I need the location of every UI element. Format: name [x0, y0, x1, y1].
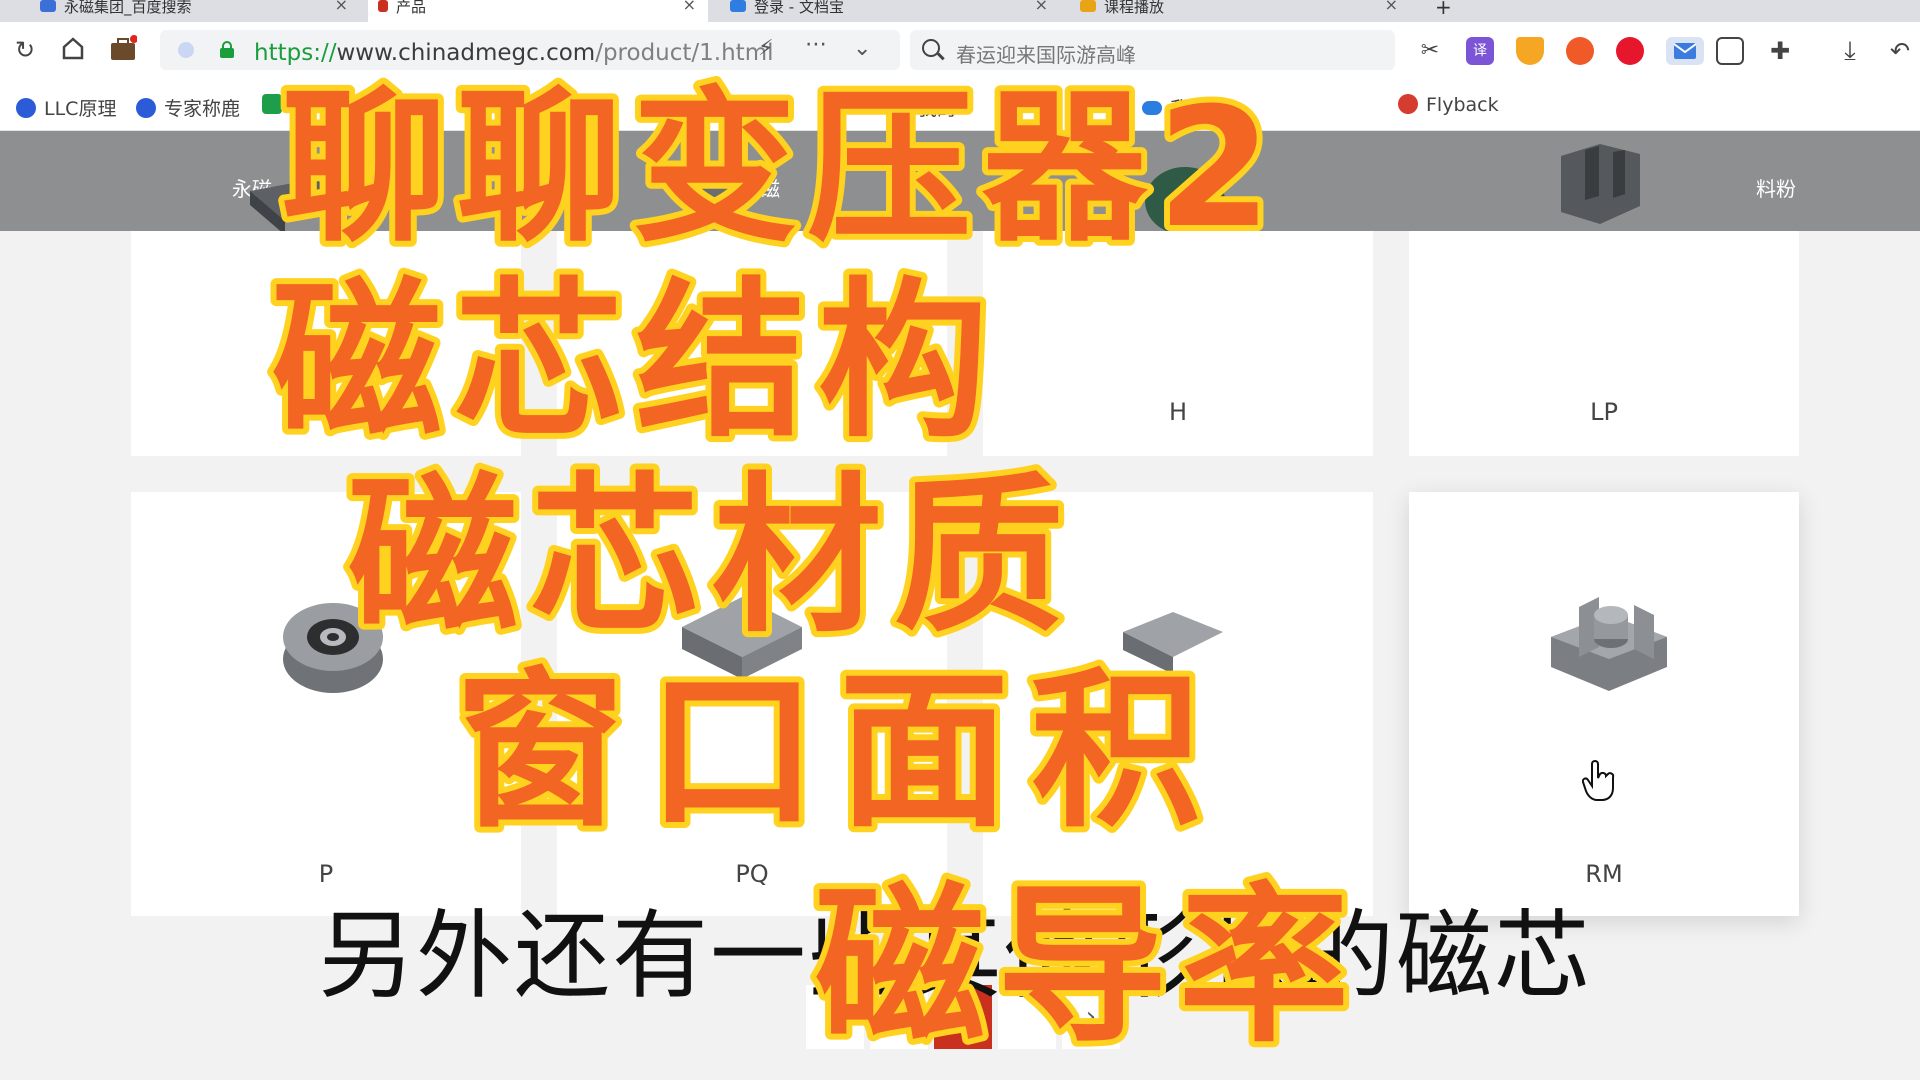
reader-icon[interactable]: [1716, 37, 1744, 65]
tab-baidu[interactable]: 永磁集团_百度搜索 ×: [30, 0, 360, 22]
bookmark-label: 我的: [918, 98, 957, 120]
nav-item-powder[interactable]: 料粉: [1756, 173, 1796, 202]
product-label: F: [595, 398, 609, 426]
more-icon[interactable]: ⋯: [805, 32, 827, 57]
mail-icon[interactable]: [1666, 37, 1704, 65]
puzzle-icon[interactable]: ✚: [1766, 37, 1794, 65]
taobao-icon: [890, 98, 910, 118]
tab-products[interactable]: 产品 ×: [368, 0, 708, 22]
tab-label: 登录 - 文档宝: [754, 0, 844, 16]
bookmark-label: 我的: [1170, 98, 1209, 120]
category-nav: 永磁 软磁 料粉: [0, 131, 1920, 235]
cloud-icon: [1142, 101, 1162, 115]
url-path: /product/1.html: [595, 40, 774, 66]
rm-core-image: [1551, 597, 1667, 691]
scissors-icon[interactable]: ✂: [1416, 37, 1444, 65]
bookmark-green[interactable]: [262, 94, 290, 116]
close-tab-icon[interactable]: ×: [1035, 0, 1048, 13]
url-text: https://www.chinadmegc.com/product/1.htm…: [254, 40, 774, 66]
address-bar[interactable]: https://www.chinadmegc.com/product/1.htm…: [160, 30, 900, 70]
product-card[interactable]: LP: [1409, 231, 1799, 456]
core-image: [1123, 612, 1223, 674]
bookmark-flyback[interactable]: Flyback: [1398, 94, 1499, 116]
p-core-image: [283, 603, 383, 693]
undo-icon[interactable]: ↶: [1886, 37, 1914, 65]
url-host: www.chinadmegc.com: [336, 40, 596, 66]
lightning-icon[interactable]: ⚡: [758, 36, 773, 61]
security-shield-icon[interactable]: [178, 42, 194, 58]
translate-icon[interactable]: 译: [1466, 37, 1494, 65]
pq-core-image: [682, 597, 802, 679]
tab-label: 课程播放: [1104, 0, 1165, 16]
product-card[interactable]: F: [557, 231, 947, 456]
tab-label: 永磁集团_百度搜索: [64, 0, 192, 16]
product-card[interactable]: [983, 492, 1373, 916]
product-label: LP: [1590, 398, 1618, 426]
ef-core-image: [692, 173, 768, 223]
paw-icon: [16, 98, 36, 118]
weibo-icon[interactable]: [1616, 37, 1644, 65]
bookmarks-bar: LLC原理 专家称鹿 我的 我的 Flyback: [0, 80, 1920, 131]
video-subtitle: 另外还有一些其他形状的磁芯: [318, 900, 1592, 1012]
flower-icon: [1398, 94, 1418, 114]
product-card[interactable]: PQ: [557, 492, 947, 916]
search-icon: [922, 39, 940, 57]
baidu-icon: [40, 0, 56, 12]
bookmark-expert[interactable]: 专家称鹿: [136, 94, 240, 121]
toroid-core-image: [1145, 167, 1225, 235]
fox-ext-icon[interactable]: [1566, 37, 1594, 65]
tab-course[interactable]: 课程播放 ×: [1070, 0, 1410, 22]
green-square-icon: [262, 94, 282, 114]
close-tab-icon[interactable]: ×: [335, 0, 348, 13]
url-scheme: https://: [254, 40, 337, 66]
search-input[interactable]: 春运迎来国际游高峰: [910, 30, 1395, 70]
tab-login[interactable]: 登录 - 文档宝 ×: [720, 0, 1060, 22]
product-card-rm[interactable]: RM: [1409, 492, 1799, 916]
doc-icon: [730, 0, 746, 12]
shield-ext-icon[interactable]: [1516, 37, 1544, 65]
bookmark-llc[interactable]: LLC原理: [16, 94, 116, 121]
tab-bar: 永磁集团_百度搜索 × 产品 × 登录 - 文档宝 × 课程播放 × +: [0, 0, 1920, 22]
bookmark-label: Flyback: [1426, 94, 1499, 116]
product-card[interactable]: P: [131, 492, 521, 916]
course-icon: [1080, 0, 1096, 12]
hand-cursor-icon: [1582, 760, 1615, 801]
browser-toolbar: ↻ https://www.chinadmegc.com/product/1.h…: [0, 22, 1920, 80]
new-tab-button[interactable]: +: [1435, 0, 1465, 22]
briefcase-icon[interactable]: [108, 35, 138, 65]
bookmark-cloud[interactable]: 我的: [1142, 94, 1208, 121]
close-tab-icon[interactable]: ×: [683, 0, 696, 13]
reload-icon[interactable]: ↻: [10, 35, 40, 65]
chevron-down-icon[interactable]: ⌄: [853, 36, 871, 61]
tab-label: 产品: [396, 0, 427, 16]
home-icon[interactable]: [58, 35, 88, 65]
bookmark-taobao[interactable]: 我的: [890, 94, 956, 121]
paw-icon: [136, 98, 156, 118]
site-icon: [378, 0, 388, 12]
lock-icon[interactable]: [220, 41, 234, 58]
search-placeholder: 春运迎来国际游高峰: [956, 43, 1136, 67]
close-tab-icon[interactable]: ×: [1385, 0, 1398, 13]
bookmark-label: 专家称鹿: [164, 98, 241, 120]
download-icon[interactable]: ⤓: [1836, 37, 1864, 65]
bookmark-label: LLC原理: [44, 98, 117, 120]
product-card[interactable]: H: [983, 231, 1373, 456]
product-label: H: [1168, 398, 1188, 426]
u-core-image: [1561, 144, 1640, 224]
